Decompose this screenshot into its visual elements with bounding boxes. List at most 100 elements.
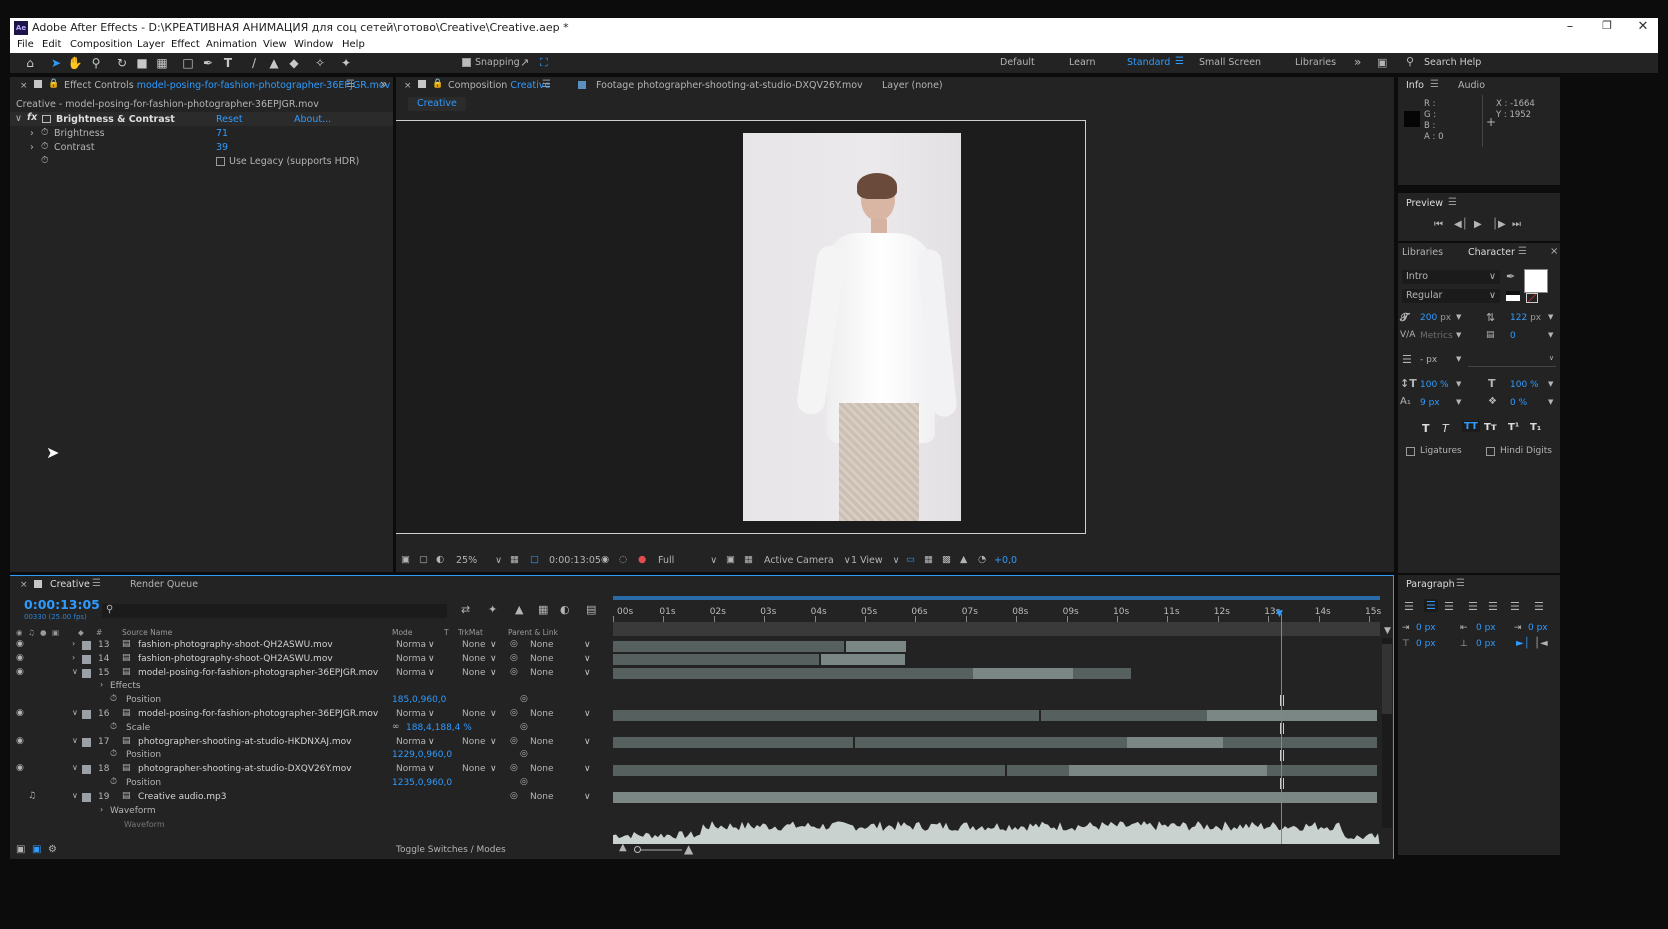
prev-frame-icon[interactable]: ◀│ bbox=[1454, 219, 1468, 230]
layer-row[interactable]: ◉ ∨ 17 ▤ photographer-shooting-at-studio-HKD… bbox=[10, 736, 612, 750]
roi-icon[interactable]: ▣ bbox=[726, 554, 735, 565]
menu-file[interactable]: File bbox=[17, 39, 34, 50]
menu-edit[interactable]: Edit bbox=[42, 39, 61, 50]
layer-name[interactable]: model-posing-for-fashion-photographer-36… bbox=[138, 668, 378, 678]
effect-controls-lock-icon[interactable]: 🔒 bbox=[48, 79, 59, 89]
stroke-color-swatch[interactable] bbox=[1526, 293, 1538, 303]
hand-tool-icon[interactable]: ✋ bbox=[67, 55, 83, 71]
ligatures-checkbox[interactable] bbox=[1406, 447, 1415, 459]
property-row[interactable]: ⏱ Scale ∞ 188,4,188,4 % ◎ bbox=[10, 722, 612, 736]
timeline-scrollbar[interactable] bbox=[1382, 638, 1392, 828]
menu-effect[interactable]: Effect bbox=[171, 39, 200, 50]
comp-panel-menu-icon[interactable]: ☰ bbox=[542, 79, 551, 90]
pen-tool-icon[interactable]: ✒ bbox=[200, 55, 216, 71]
zoom-in-icon[interactable]: ▲ bbox=[684, 842, 693, 856]
column-source-name[interactable]: Source Name bbox=[122, 628, 172, 637]
pickwhip-icon[interactable]: ◎ bbox=[510, 736, 518, 746]
layer-parent-dropdown[interactable]: None bbox=[530, 654, 553, 664]
font-family-dropdown[interactable]: Intro ∨ bbox=[1402, 270, 1500, 284]
preview-menu-icon[interactable]: ☰ bbox=[1448, 197, 1457, 208]
menu-window[interactable]: Window bbox=[294, 39, 333, 50]
constrain-proportions-icon[interactable]: ∞ bbox=[392, 722, 400, 732]
workspace-menu-icon[interactable]: ☰ bbox=[1175, 56, 1184, 67]
timeline-zoom-handle[interactable] bbox=[634, 846, 641, 853]
view-layout-dropdown[interactable]: 1 View ∨ bbox=[851, 555, 900, 566]
expression-pickwhip-icon[interactable]: ◎ bbox=[520, 722, 528, 732]
property-row[interactable]: › Effects bbox=[10, 680, 612, 694]
layer-name[interactable]: fashion-photography-shoot-QH2ASWU.mov bbox=[138, 654, 333, 664]
pickwhip-icon[interactable]: ◎ bbox=[510, 639, 518, 649]
layer-label-color[interactable] bbox=[82, 641, 91, 650]
indent-right-value[interactable]: 0 px bbox=[1476, 623, 1496, 633]
playhead-line[interactable] bbox=[1281, 614, 1282, 844]
pickwhip-icon[interactable]: ◎ bbox=[510, 708, 518, 718]
kerning-value[interactable]: Metrics bbox=[1420, 331, 1453, 341]
toggle-switches-modes[interactable]: Toggle Switches / Modes bbox=[396, 845, 506, 855]
timeline-end-marker-icon[interactable]: ▼ bbox=[1384, 626, 1391, 636]
kerning-chevron-icon[interactable]: ▼ bbox=[1456, 331, 1461, 339]
search-help-input[interactable]: Search Help bbox=[1424, 57, 1481, 68]
all-caps-button[interactable]: TT bbox=[1462, 421, 1480, 432]
layer-duration-bar[interactable] bbox=[1267, 764, 1377, 776]
default-colors-icon[interactable] bbox=[1506, 291, 1520, 301]
comp-lock-icon[interactable]: 🔒 bbox=[432, 79, 443, 89]
property-value[interactable]: 1235,0,960,0 bbox=[392, 778, 452, 788]
layer-name[interactable]: fashion-photography-shoot-QH2ASWU.mov bbox=[138, 640, 333, 650]
expression-pickwhip-icon[interactable]: ◎ bbox=[520, 777, 528, 787]
work-area-range[interactable] bbox=[613, 596, 1380, 600]
menu-composition[interactable]: Composition bbox=[70, 39, 132, 50]
layer-name[interactable]: model-posing-for-fashion-photographer-36… bbox=[138, 709, 378, 719]
eraser-tool-icon[interactable]: ◆ bbox=[286, 55, 302, 71]
monitor-icon[interactable]: ▢ bbox=[419, 554, 428, 565]
layer-label-color[interactable] bbox=[82, 668, 91, 678]
time-ruler[interactable]: 00s 01s 02s 03s 04s 05s 06s 07s 08s 09s 10s 11s 12s 1… bbox=[613, 602, 1381, 622]
zoom-tool-icon[interactable]: ⚲ bbox=[88, 55, 104, 71]
character-menu-icon[interactable]: ☰ bbox=[1518, 246, 1527, 257]
eyedropper-icon[interactable]: ✒ bbox=[1506, 270, 1515, 283]
vertical-scale-chevron-icon[interactable]: ▼ bbox=[1456, 380, 1461, 388]
layer-row[interactable]: ◉ ∨ 15 ▤ model-posing-for-fashion-photograph… bbox=[10, 667, 612, 681]
pickwhip-icon[interactable]: ◎ bbox=[510, 653, 518, 663]
workspace-overflow-icon[interactable]: » bbox=[1354, 55, 1361, 69]
property-value[interactable]: 185,0,960,0 bbox=[392, 695, 446, 705]
brightness-value[interactable]: 71 bbox=[216, 128, 228, 139]
leading-value[interactable]: 122 px bbox=[1510, 313, 1541, 323]
audio-speaker-icon[interactable]: ♫ bbox=[28, 791, 36, 801]
comp-canvas[interactable] bbox=[396, 120, 1086, 534]
audio-tab[interactable]: Audio bbox=[1458, 80, 1485, 91]
waveform-row[interactable]: Waveform bbox=[10, 818, 612, 832]
workspace-libraries[interactable]: Libraries bbox=[1295, 57, 1336, 68]
next-frame-icon[interactable]: │▶ bbox=[1492, 219, 1506, 230]
snapshot-icon[interactable]: ◉ bbox=[601, 554, 609, 565]
layer-trkmat-dropdown[interactable]: None bbox=[462, 640, 485, 650]
timeline-menu-icon[interactable]: ☰ bbox=[92, 578, 101, 589]
contrast-stopwatch-icon[interactable]: ⏱ bbox=[41, 141, 48, 152]
layer-parent-dropdown[interactable]: None bbox=[530, 792, 553, 802]
faux-bold-button[interactable]: T bbox=[1422, 422, 1430, 435]
layer-duration-bar[interactable] bbox=[613, 792, 1377, 804]
workspace-learn[interactable]: Learn bbox=[1069, 57, 1096, 68]
render-queue-tab[interactable]: Render Queue bbox=[130, 579, 198, 590]
transparency-grid-icon[interactable]: □ bbox=[530, 554, 539, 565]
shy-layers-icon[interactable]: ▲ bbox=[515, 603, 523, 616]
stroke-type-dropdown[interactable]: ∨ bbox=[1468, 353, 1556, 367]
justify-right-icon[interactable]: ☰ bbox=[1510, 600, 1520, 613]
faux-italic-button[interactable]: T bbox=[1442, 422, 1449, 435]
space-before-value[interactable]: 0 px bbox=[1416, 639, 1436, 649]
info-menu-icon[interactable]: ☰ bbox=[1430, 79, 1439, 90]
property-row[interactable]: ⏱ Position 1235,0,960,0 ◎ bbox=[10, 777, 612, 791]
layer-mode-dropdown[interactable]: Norma bbox=[396, 764, 426, 774]
workspace-small-screen[interactable]: Small Screen bbox=[1199, 57, 1261, 68]
stroke-width-chevron-icon[interactable]: ▼ bbox=[1456, 355, 1461, 363]
type-tool-icon[interactable]: T bbox=[220, 55, 236, 71]
transfer-controls-icon[interactable]: ▣ bbox=[32, 844, 41, 855]
indent-left-value[interactable]: 0 px bbox=[1416, 623, 1436, 633]
contrast-value[interactable]: 39 bbox=[216, 142, 228, 153]
layer-expand-icon[interactable]: ∨ bbox=[72, 736, 78, 745]
group-expand-icon[interactable]: › bbox=[100, 680, 103, 689]
timeline-tab[interactable]: Creative bbox=[50, 579, 90, 590]
reset-exposure-icon[interactable]: ◔ bbox=[978, 554, 986, 565]
legacy-stopwatch-icon[interactable]: ⏱ bbox=[41, 155, 48, 166]
layer-duration-bar[interactable] bbox=[1073, 668, 1131, 680]
leading-chevron-icon[interactable]: ▼ bbox=[1548, 313, 1553, 321]
